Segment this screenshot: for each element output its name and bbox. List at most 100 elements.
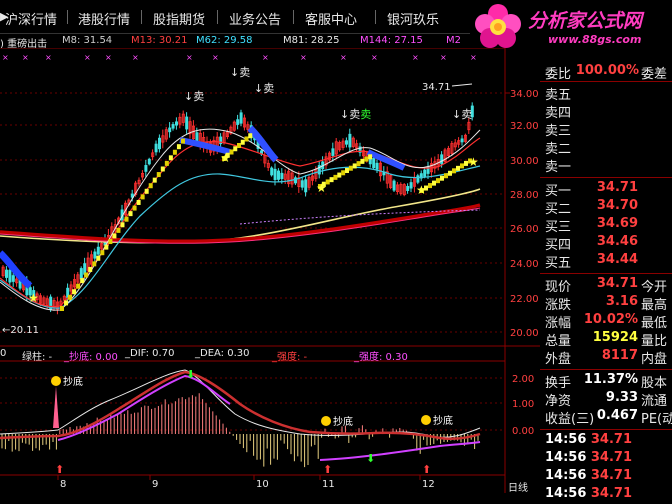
macd-indicator-bar: 0 绿柱: - _抄底: 0.00 _DIF: 0.70 _DEA: 0.30 … xyxy=(0,346,505,363)
candle-body xyxy=(392,180,396,191)
candle-body xyxy=(270,167,274,176)
dea-value: _DEA: 0.30 xyxy=(195,348,250,359)
buy1-row: 买一 34.71 xyxy=(545,180,638,199)
ma81-value: M81: 28.25 xyxy=(283,35,340,46)
ladder-step xyxy=(76,283,81,289)
ladder-step xyxy=(432,180,436,186)
net-asset-row: 净资 9.33 流通 xyxy=(545,390,668,409)
svg-text:×: × xyxy=(45,53,52,62)
strength-value-1: _强度: - xyxy=(272,352,308,363)
low-price-label: ←20.11 xyxy=(2,325,39,336)
candle-body xyxy=(280,172,284,180)
ladder-step xyxy=(60,306,64,311)
chaodi-label: 抄底 xyxy=(433,414,453,427)
ladder-step xyxy=(140,194,145,200)
candle-body xyxy=(174,121,178,126)
macd-prefix: 0 xyxy=(0,348,7,359)
panel-divider xyxy=(540,177,672,178)
menu-sh-sz-quotes[interactable]: 沪深行情 xyxy=(5,9,57,28)
smiley-icon xyxy=(51,376,61,386)
sell-signal-label: ↓卖 xyxy=(230,66,250,79)
buy3-row: 买三 34.69 xyxy=(545,216,638,235)
panel-divider xyxy=(540,429,672,430)
ladder-step xyxy=(436,178,440,184)
ladder-step xyxy=(360,158,365,164)
ladder-step xyxy=(116,227,121,233)
smiley-icon xyxy=(321,416,331,426)
panel-divider xyxy=(540,81,672,82)
menu-index-futures[interactable]: 股指期货 xyxy=(153,9,205,28)
weibi-row: 委比 100.00% 委差 xyxy=(540,63,672,82)
ladder-step xyxy=(456,165,460,171)
candlesticks xyxy=(1,102,474,315)
candle-body xyxy=(236,119,240,125)
up-arrow-icon: ⬆ xyxy=(55,463,64,476)
svg-text:×: × xyxy=(212,53,219,62)
ladder-step xyxy=(352,163,357,169)
candle-body xyxy=(423,169,427,177)
star-icon: ★ xyxy=(220,151,231,165)
dif-value: _DIF: 0.70 xyxy=(125,348,175,359)
panel-divider xyxy=(540,369,672,370)
ladder-step xyxy=(104,244,109,250)
price-row: 现价 34.71 今开 xyxy=(545,276,668,295)
sell-signal-label: ↓卖卖 xyxy=(340,108,371,121)
ladder-step xyxy=(440,175,444,181)
candle-body xyxy=(79,268,83,280)
svg-text:×: × xyxy=(440,53,447,62)
candle-body xyxy=(8,269,12,283)
star-icon: ★ xyxy=(28,291,39,305)
ladder-step xyxy=(64,300,69,306)
ladder-step xyxy=(448,170,452,176)
menu-divider xyxy=(141,10,142,24)
menu-divider xyxy=(375,10,376,24)
svg-text:34.00: 34.00 xyxy=(510,89,539,100)
down-arrow-icon: ⬇ xyxy=(186,368,195,381)
ladder-step xyxy=(72,289,77,295)
ladder-step xyxy=(148,183,153,189)
candle-body xyxy=(154,143,158,153)
period-label[interactable]: 日线 xyxy=(508,481,528,493)
menu-galaxy-club[interactable]: 银河玖乐 xyxy=(387,9,439,28)
ladder-step xyxy=(345,168,349,173)
tick-row: 14:56 34.71 xyxy=(545,486,632,501)
ladder-step xyxy=(176,144,181,150)
chaodi-label: 抄底 xyxy=(333,415,353,428)
candle-body xyxy=(440,154,444,165)
candle-body xyxy=(5,269,9,278)
candle-body xyxy=(144,165,148,172)
candle-body xyxy=(93,251,97,259)
ladder-step xyxy=(180,138,185,144)
svg-text:9: 9 xyxy=(152,479,158,490)
candle-body xyxy=(147,158,151,165)
sell-signal-label: ↓卖 xyxy=(254,82,274,95)
ladder-step xyxy=(341,170,346,176)
sell4-row: 卖四 xyxy=(545,106,572,121)
ladder-step xyxy=(240,139,245,145)
ladder-step xyxy=(96,255,101,261)
smiley-icon xyxy=(421,415,431,425)
ladder-step xyxy=(108,239,113,245)
sell-signal-label: ↓卖 xyxy=(452,108,472,121)
ladder-step xyxy=(80,278,85,284)
price-axis: 34.00 32.00 30.00 28.00 26.00 24.00 22.0… xyxy=(505,89,539,339)
ladder-step xyxy=(329,177,334,183)
outer-disk-row: 外盘 8117 内盘 xyxy=(545,348,668,367)
menu-hk-quotes[interactable]: 港股行情 xyxy=(78,9,130,28)
eps-row: 收益(三) 0.467 PE(动 xyxy=(545,408,672,427)
candle-body xyxy=(157,137,161,150)
menu-announcements[interactable]: 业务公告 xyxy=(229,9,281,28)
menu-divider xyxy=(293,10,294,24)
ladder-step xyxy=(120,222,125,228)
menu-service-center[interactable]: 客服中心 xyxy=(305,9,357,28)
buy4-row: 买四 34.46 xyxy=(545,234,638,253)
logo-title: 分析家公式网 xyxy=(528,10,643,32)
svg-text:32.00: 32.00 xyxy=(510,121,539,132)
svg-text:8: 8 xyxy=(60,479,66,490)
macd-axis: 2.00 1.00 0.00 xyxy=(512,374,534,437)
svg-text:1.00: 1.00 xyxy=(512,399,534,410)
svg-text:22.00: 22.00 xyxy=(510,294,539,305)
candle-body xyxy=(372,158,376,169)
ladder-step xyxy=(364,156,369,162)
kline-chart[interactable]: × × × × × × × × × × × × × × × ★ ★ ★ ★ ★ ↓卖 ↓卖 ↓卖 ↓… xyxy=(0,48,540,493)
